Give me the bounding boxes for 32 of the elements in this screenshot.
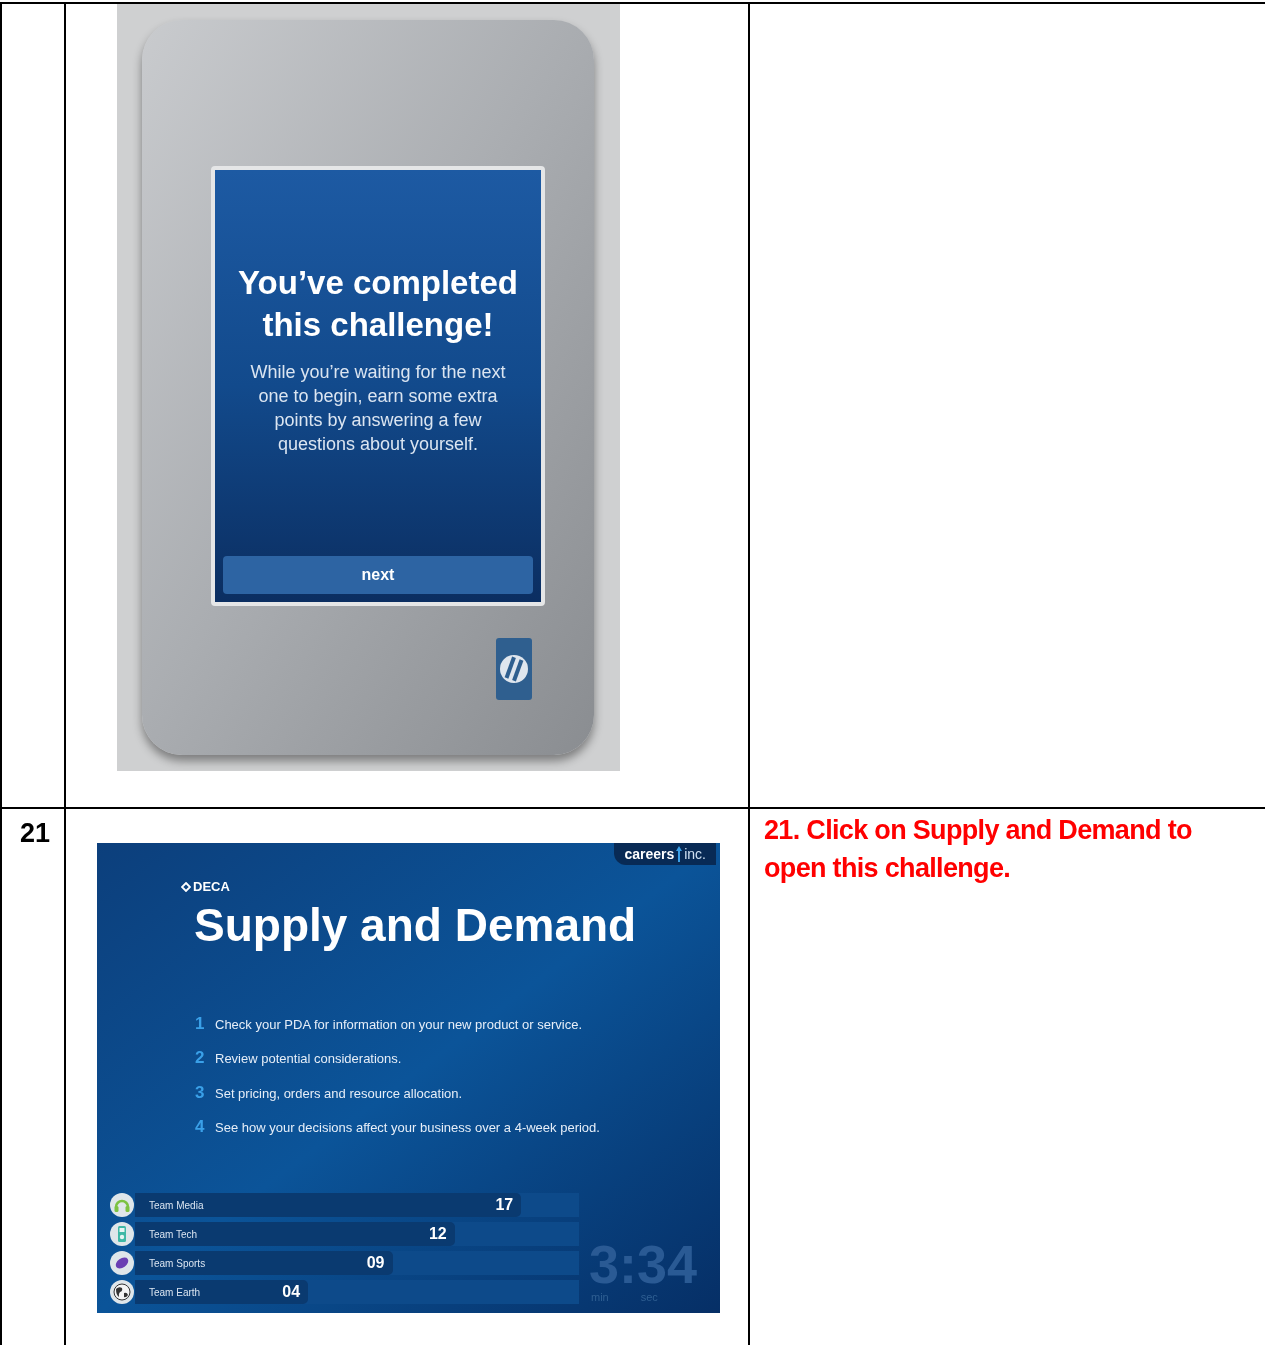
team-score: 12 xyxy=(428,1224,447,1244)
music-player-icon xyxy=(109,1221,135,1247)
diamond-icon xyxy=(181,881,191,892)
football-icon xyxy=(109,1250,135,1276)
challenge-title: Supply and Demand xyxy=(194,897,638,953)
up-arrow-icon xyxy=(676,846,683,862)
team-name: Team Tech xyxy=(149,1227,198,1242)
instruction-text: 21. Click on Supply and Demand to open this challenge. xyxy=(764,814,1193,885)
next-button[interactable]: next xyxy=(223,556,533,594)
step-text: Set pricing, orders and resource allocation. xyxy=(215,1084,463,1103)
globe-icon xyxy=(109,1279,135,1305)
headphones-icon xyxy=(109,1192,135,1218)
step-numeral: 4 xyxy=(195,1116,206,1138)
step-text: Check your PDA for information on your new product or service. xyxy=(215,1015,583,1034)
completed-message: While you’re waiting for the next one to begin, earn some extra points by answering a few questions about yourself. xyxy=(249,361,507,456)
completed-title: You’ve completed this challenge! xyxy=(237,263,519,345)
step-number: 21 xyxy=(20,818,51,848)
step-numeral: 3 xyxy=(195,1081,206,1104)
brand-suffix: inc. xyxy=(684,844,706,864)
logo-icon xyxy=(494,636,534,702)
team-score: 09 xyxy=(366,1253,385,1273)
org-name: DECA xyxy=(193,878,230,896)
brand-name: careers xyxy=(624,844,675,864)
team-name: Team Media xyxy=(149,1198,204,1213)
team-name: Team Sports xyxy=(149,1256,206,1271)
step-text: See how your decisions affect your business over a 4-week period. xyxy=(215,1119,600,1137)
team-score: 17 xyxy=(495,1195,514,1215)
team-score: 04 xyxy=(282,1282,301,1302)
team-name: Team Earth xyxy=(149,1285,201,1300)
step-numeral: 1 xyxy=(195,1012,206,1035)
step-numeral: 2 xyxy=(195,1047,206,1069)
step-text: Review potential considerations. xyxy=(215,1050,402,1068)
